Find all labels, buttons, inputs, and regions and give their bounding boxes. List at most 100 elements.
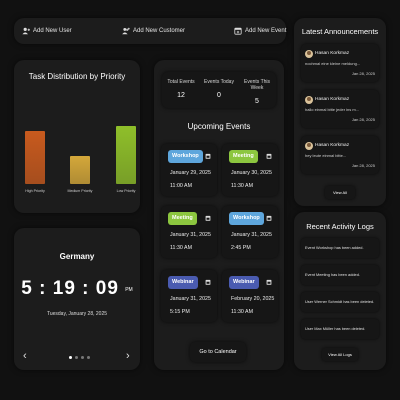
event-time: 5:15 PM	[170, 309, 190, 315]
announcement-item[interactable]: Hasan Korkmaz nochmal eine kleine meldun…	[301, 44, 379, 82]
event-time: 11:30 AM	[231, 183, 253, 189]
carousel-dot[interactable]	[75, 356, 78, 359]
go-to-calendar-button[interactable]: Go to Calendar	[190, 342, 246, 362]
carousel-dots	[69, 356, 90, 359]
activity-logs-title: Recent Activity Logs	[306, 222, 374, 231]
world-clock-panel: Germany 5 : 19 : 09 PM Tuesday, January …	[14, 228, 140, 370]
stat-events-today: Events Today 0	[200, 79, 238, 99]
event-stats: Total Events 12 Events Today 0 Events Th…	[162, 72, 276, 108]
event-type-badge: Webinar	[229, 276, 259, 289]
announcement-item[interactable]: Hasan Korkmaz hey leute einmal bitte... …	[301, 136, 379, 174]
event-time: 2:45 PM	[231, 245, 251, 251]
add-new-customer-button[interactable]: Add New Customer	[122, 27, 185, 35]
view-all-announcements-button[interactable]: View All	[325, 186, 355, 199]
view-all-logs-button[interactable]: View All Logs	[322, 348, 358, 361]
stat-label: Events This Week	[243, 79, 271, 91]
event-card[interactable]: Webinar January 31, 2025 5:15 PM	[161, 270, 217, 322]
announcement-date: Jan 28, 2025	[351, 117, 375, 122]
user-plus-icon	[22, 27, 30, 35]
event-card[interactable]: Workshop January 29, 2025 11:00 AM	[161, 144, 217, 196]
calendar-icon	[205, 153, 211, 159]
announcement-author: Hasan Korkmaz	[315, 143, 350, 148]
carousel-dot[interactable]	[87, 356, 90, 359]
log-item[interactable]: Event Workshop has been added.	[301, 238, 379, 258]
stat-total-events: Total Events 12	[162, 79, 200, 99]
event-type-badge: Webinar	[168, 276, 198, 289]
event-time: 11:30 AM	[231, 309, 253, 315]
event-date: January 31, 2025	[170, 296, 211, 302]
chart-bar	[70, 156, 90, 184]
carousel-dot[interactable]	[69, 356, 72, 359]
stat-label: Total Events	[167, 79, 195, 85]
announcement-text: nochmal eine kleine meldung...	[305, 61, 361, 66]
chart-category-label: Low Priority	[116, 189, 136, 193]
clock-date: Tuesday, January 28, 2025	[46, 311, 108, 317]
users-plus-icon	[122, 27, 130, 35]
event-date: January 29, 2025	[170, 170, 211, 176]
announcement-author: Hasan Korkmaz	[315, 51, 350, 56]
log-item[interactable]: User Werner Schmidt has been deleted.	[301, 292, 379, 312]
event-card[interactable]: Meeting January 30, 2025 11:30 AM	[222, 144, 278, 196]
clock-location: Germany	[59, 252, 95, 261]
announcement-text: hallo einmal bitte jeder ins m...	[305, 107, 360, 112]
event-time: 11:00 AM	[170, 183, 192, 189]
event-card[interactable]: Meeting January 31, 2025 11:30 AM	[161, 206, 217, 258]
clock-time: 5 : 19 : 09 PM	[21, 278, 133, 299]
event-card[interactable]: Workshop January 31, 2025 2:45 PM	[222, 206, 278, 258]
event-type-badge: Workshop	[168, 150, 203, 163]
stat-events-this-week: Events This Week 5	[238, 79, 276, 105]
chart-bar	[116, 126, 136, 184]
activity-logs-panel: Recent Activity Logs Event Workshop has …	[294, 212, 386, 370]
prev-arrow-icon[interactable]: ‹	[23, 350, 27, 362]
add-new-user-label: Add New User	[33, 28, 72, 34]
announcements-title: Latest Announcements	[301, 27, 379, 36]
stat-value: 5	[255, 98, 259, 105]
event-type-badge: Meeting	[168, 212, 197, 225]
events-panel: Total Events 12 Events Today 0 Events Th…	[154, 60, 284, 370]
stat-label: Events Today	[204, 79, 234, 85]
quick-actions-bar: Add New User Add New Customer Add New Ev…	[14, 18, 286, 44]
carousel-dot[interactable]	[81, 356, 84, 359]
event-type-badge: Meeting	[229, 150, 258, 163]
announcement-author: Hasan Korkmaz	[315, 97, 350, 102]
event-date: January 30, 2025	[231, 170, 272, 176]
stat-value: 12	[177, 92, 185, 99]
calendar-icon	[266, 279, 272, 285]
clock-ampm: PM	[125, 287, 133, 293]
calendar-icon	[205, 279, 211, 285]
chart-bar	[25, 131, 45, 184]
add-new-event-button[interactable]: Add New Event	[234, 27, 286, 35]
calendar-icon	[205, 215, 211, 221]
next-arrow-icon[interactable]: ›	[126, 350, 130, 362]
announcement-date: Jan 28, 2025	[351, 163, 375, 168]
clock-hours: 5	[21, 278, 33, 299]
event-date: February 20, 2025	[231, 296, 275, 302]
stat-value: 0	[217, 92, 221, 99]
announcement-item[interactable]: Hasan Korkmaz hallo einmal bitte jeder i…	[301, 90, 379, 128]
add-new-event-label: Add New Event	[245, 28, 287, 34]
chart-title: Task Distribution by Priority	[28, 72, 126, 81]
chart-category-label: Medium Priority	[67, 189, 93, 193]
event-date: January 31, 2025	[170, 232, 211, 238]
task-distribution-chart: Task Distribution by Priority High Prior…	[14, 60, 140, 213]
event-type-badge: Workshop	[229, 212, 264, 225]
avatar	[305, 96, 313, 104]
clock-seconds: 09	[95, 278, 119, 299]
avatar	[305, 142, 313, 150]
calendar-icon	[266, 215, 272, 221]
add-new-customer-label: Add New Customer	[133, 28, 186, 34]
event-date: January 31, 2025	[231, 232, 272, 238]
add-new-user-button[interactable]: Add New User	[22, 27, 72, 35]
event-time: 11:30 AM	[170, 245, 192, 251]
log-item[interactable]: Event Meeting has been added.	[301, 265, 379, 285]
chart-category-label: High Priority	[25, 189, 45, 193]
upcoming-events-title: Upcoming Events	[187, 122, 251, 131]
calendar-icon	[266, 153, 272, 159]
calendar-plus-icon	[234, 27, 242, 35]
event-card[interactable]: Webinar February 20, 2025 11:30 AM	[222, 270, 278, 322]
announcements-panel: Latest Announcements Hasan Korkmaz nochm…	[294, 18, 386, 206]
avatar	[305, 50, 313, 58]
log-item[interactable]: User Max Müller has been deleted.	[301, 319, 379, 339]
clock-minutes: 19	[52, 278, 76, 299]
announcement-date: Jan 28, 2025	[351, 71, 375, 76]
